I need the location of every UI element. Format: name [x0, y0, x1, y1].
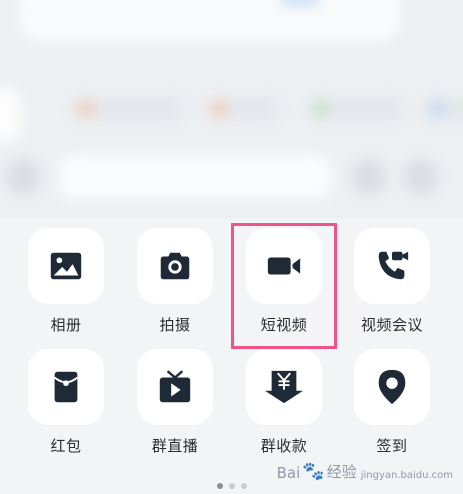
check-in-label: 签到 [376, 437, 408, 455]
shoot-tile[interactable] [137, 228, 213, 304]
video-meeting-label: 视频会议 [360, 316, 423, 334]
red-envelope-icon [53, 371, 79, 403]
page-dot[interactable] [228, 483, 235, 489]
blurred-link [280, 0, 320, 4]
red-envelope-label: 红包 [50, 437, 82, 455]
page-dot[interactable] [240, 483, 247, 489]
baidu-jingyan-watermark: Bai 🐾 经验 jingyan.baidu.com [277, 461, 453, 482]
group-collect-tile[interactable] [246, 349, 322, 425]
app-red-envelope[interactable]: 红包 [11, 349, 121, 456]
blurred-message-card [20, 0, 400, 40]
group-live-tile[interactable] [137, 349, 213, 425]
camera-icon [160, 252, 190, 280]
tv-live-icon [159, 370, 191, 403]
red-envelope-tile[interactable] [28, 349, 104, 425]
check-in-tile[interactable] [354, 349, 430, 425]
app-album[interactable]: 相册 [11, 228, 121, 335]
album-tile[interactable] [28, 228, 104, 304]
blurred-chip [72, 98, 184, 120]
blurred-chip [206, 98, 280, 120]
blurred-input [60, 156, 330, 198]
video-meeting-tile[interactable] [354, 228, 430, 304]
blurred-voice-button [6, 160, 40, 194]
location-pin-icon [378, 369, 406, 405]
page-dot-active[interactable] [216, 483, 223, 489]
shoot-label: 拍摄 [159, 316, 191, 334]
app-group-collect[interactable]: 群收款 [229, 349, 339, 456]
blurred-chip [424, 98, 463, 120]
app-shoot[interactable]: 拍摄 [120, 228, 230, 335]
blurred-chip [308, 98, 404, 120]
image-icon [50, 252, 82, 280]
video-call-icon [378, 251, 409, 280]
blurred-emoji-button [352, 160, 386, 194]
blurred-plus-button [404, 160, 438, 194]
app-video-meeting[interactable]: 视频会议 [337, 228, 447, 335]
group-collect-label: 群收款 [260, 437, 308, 455]
blurred-side-card [0, 90, 20, 140]
group-live-label: 群直播 [151, 437, 199, 455]
watermark-brand-2: 经验 [326, 463, 357, 481]
watermark-brand: Bai [276, 464, 301, 482]
highlight-box [231, 223, 337, 349]
watermark-url: jingyan.baidu.com [360, 470, 453, 481]
paw-icon: 🐾 [302, 461, 325, 482]
page-indicator[interactable] [0, 483, 463, 489]
app-check-in[interactable]: 签到 [337, 349, 447, 456]
yuan-receive-icon [265, 370, 303, 404]
album-label: 相册 [50, 316, 82, 334]
app-group-live[interactable]: 群直播 [120, 349, 230, 456]
